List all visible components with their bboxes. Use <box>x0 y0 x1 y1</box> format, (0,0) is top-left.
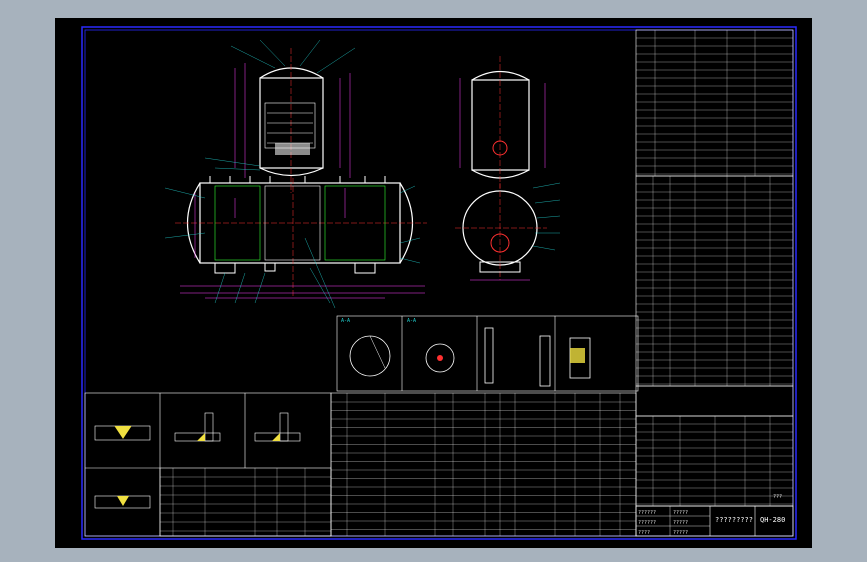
parts-list <box>159 392 637 537</box>
upper-separator-view <box>204 39 356 193</box>
weld-details <box>84 392 332 537</box>
outer-border <box>81 26 797 540</box>
sign-label-5: ????? <box>673 520 688 526</box>
inner-border <box>84 29 794 537</box>
side-view <box>455 56 561 281</box>
drawing-number: QH-280 <box>760 516 785 524</box>
sign-label-3: ???? <box>638 530 650 536</box>
horizontal-vessel-view <box>164 176 427 309</box>
sign-label-6: ????? <box>673 530 688 536</box>
sign-label-2: ?????? <box>638 520 656 526</box>
technical-data-table <box>635 29 794 507</box>
sign-label-4: ????? <box>673 510 688 516</box>
detail-panels: A-A A-A <box>336 315 639 392</box>
sheet-mark: ??? <box>773 494 782 500</box>
cad-drawing: A-A A-A ????????? QH-280 ??? ?????? ????… <box>81 26 797 540</box>
detail-label-1: A-A <box>341 318 350 324</box>
sign-label-1: ?????? <box>638 510 656 516</box>
drawing-title: ????????? <box>715 516 753 524</box>
title-block: ????????? QH-280 ??? ?????? ?????? ???? … <box>635 494 794 537</box>
section-label-aa: A-A <box>407 318 416 324</box>
drawing-sheet: A-A A-A ????????? QH-280 ??? ?????? ????… <box>55 18 812 548</box>
